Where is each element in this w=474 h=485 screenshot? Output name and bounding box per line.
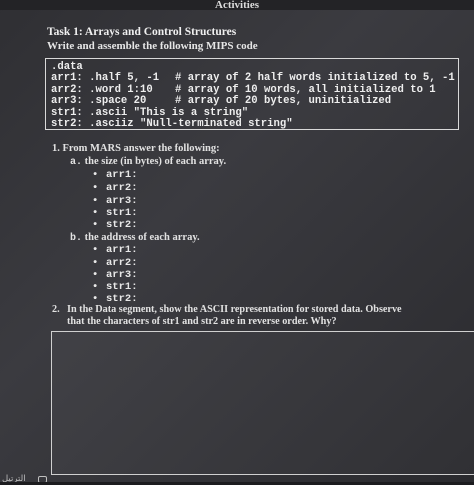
list-item: • str2: <box>92 219 138 231</box>
bullet-icon: • <box>92 219 99 231</box>
code-comment: # array of 20 bytes, uninitialized <box>175 95 392 108</box>
list-item-label: arr2: <box>106 182 138 194</box>
question-text: In the Data segment, show the ASCII repr… <box>67 304 402 327</box>
part-letter: a. <box>70 157 83 168</box>
question-1: 1. From MARS answer the following: <box>52 143 220 154</box>
answer-box[interactable] <box>51 331 474 475</box>
question-text: From MARS answer the following: <box>62 143 220 154</box>
part-text: the address of each array. <box>84 232 200 243</box>
bullet-icon: • <box>92 195 99 207</box>
list-item-label: arr1: <box>106 244 138 256</box>
activities-header[interactable]: Activities <box>0 0 474 11</box>
question-2: 2. In the Data segment, show the ASCII r… <box>52 304 412 328</box>
code-comment: # array of 10 words, all initialized to … <box>175 83 436 96</box>
list-item: • arr2: <box>92 257 138 269</box>
list-item: • arr1: <box>92 169 138 181</box>
part-text: the size (in bytes) of each array. <box>84 156 227 167</box>
list-item: • arr3: <box>92 195 138 207</box>
list-item-label: arr3: <box>106 269 138 281</box>
task-title: Task 1: Arrays and Control Structures <box>47 26 237 38</box>
bullet-icon: • <box>92 244 99 256</box>
list-item: • arr2: <box>92 182 138 194</box>
list-item: • arr3: <box>92 269 138 281</box>
code-directive: str2: .asciiz "Null-terminated string" <box>51 117 293 130</box>
bullet-icon: • <box>92 182 99 194</box>
question-number: 1. <box>52 143 60 154</box>
list-item-label: arr3: <box>106 195 138 207</box>
list-item: • str1: <box>92 281 138 293</box>
bullet-icon: • <box>92 169 99 181</box>
bullet-icon: • <box>92 207 99 219</box>
code-directive: str1: .ascii "This is a string" <box>51 106 249 119</box>
code-comment: # array of 2 half words initialized to 5… <box>175 72 455 85</box>
list-item-label: str2: <box>106 219 138 231</box>
question-1a: a. the size (in bytes) of each array. <box>70 156 226 168</box>
list-item: • arr1: <box>92 244 138 256</box>
list-item-label: arr1: <box>106 169 138 181</box>
list-item-label: str1: <box>106 207 138 219</box>
bullet-icon: • <box>92 257 99 269</box>
question-number: 2. <box>52 304 60 315</box>
question-1b: b. the address of each array. <box>70 232 200 244</box>
list-item: • str1: <box>92 207 138 219</box>
code-directive: .data <box>51 61 83 73</box>
list-item-label: arr2: <box>106 257 138 269</box>
bullet-icon: • <box>92 281 99 293</box>
part-letter: b. <box>70 233 83 244</box>
bullet-icon: • <box>92 269 99 281</box>
list-item-label: str1: <box>106 281 138 293</box>
task-instruction: Write and assemble the following MIPS co… <box>47 40 258 52</box>
code-block: .data arr1: .half 5, -1 # array of 2 half… <box>45 58 459 130</box>
code-line: str2: .asciiz "Null-terminated string" <box>51 117 458 130</box>
